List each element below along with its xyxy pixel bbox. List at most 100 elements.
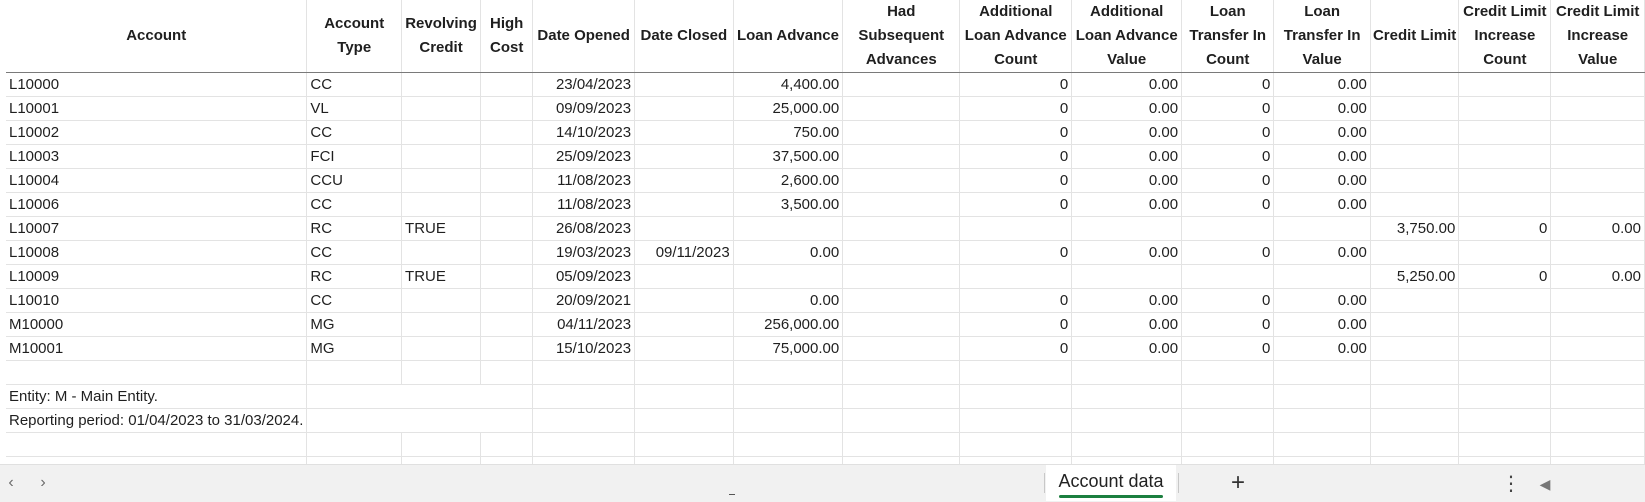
empty-cell[interactable]	[480, 384, 534, 409]
cell[interactable]	[634, 288, 734, 313]
cell[interactable]: 23/04/2023	[532, 72, 636, 97]
cell[interactable]	[401, 288, 482, 313]
empty-cell[interactable]	[1181, 408, 1275, 433]
empty-cell[interactable]	[1273, 432, 1371, 457]
note-cell[interactable]: Reporting period: 01/04/2023 to 31/03/20…	[6, 408, 308, 433]
cell[interactable]	[959, 216, 1073, 241]
cell[interactable]: L10004	[6, 168, 308, 193]
cell[interactable]: 5,250.00	[1370, 264, 1460, 289]
cell[interactable]: 0	[1458, 216, 1552, 241]
empty-cell[interactable]	[842, 360, 961, 385]
cell[interactable]: L10000	[6, 72, 308, 97]
empty-cell[interactable]	[634, 384, 734, 409]
empty-cell[interactable]	[959, 360, 1073, 385]
cell[interactable]: 0.00	[733, 288, 844, 313]
cell[interactable]: 0	[1181, 168, 1275, 193]
empty-cell[interactable]	[959, 408, 1073, 433]
cell[interactable]: L10009	[6, 264, 308, 289]
cell[interactable]	[1370, 144, 1460, 169]
empty-cell[interactable]	[306, 360, 403, 385]
cell[interactable]: 0.00	[1273, 144, 1371, 169]
cell[interactable]: 11/08/2023	[532, 168, 636, 193]
empty-cell[interactable]	[634, 360, 734, 385]
empty-cell[interactable]	[1550, 432, 1645, 457]
cell[interactable]	[1370, 120, 1460, 145]
empty-cell[interactable]	[480, 408, 534, 433]
cell[interactable]: 0.00	[1273, 168, 1371, 193]
cell[interactable]: 0	[959, 144, 1073, 169]
cell[interactable]: L10007	[6, 216, 308, 241]
cell[interactable]: CC	[306, 240, 403, 265]
cell[interactable]: L10008	[6, 240, 308, 265]
empty-cell[interactable]	[6, 432, 308, 457]
cell[interactable]	[1370, 168, 1460, 193]
cell[interactable]	[1181, 264, 1275, 289]
empty-cell[interactable]	[1458, 432, 1552, 457]
empty-cell[interactable]	[634, 432, 734, 457]
cell[interactable]: RC	[306, 216, 403, 241]
empty-cell[interactable]	[1181, 432, 1275, 457]
note-cell[interactable]: Entity: M - Main Entity.	[6, 384, 308, 409]
more-options-icon[interactable]: ⋮	[1501, 470, 1521, 498]
empty-cell[interactable]	[1458, 408, 1552, 433]
cell[interactable]: 09/09/2023	[532, 96, 636, 121]
nav-prev-sheet-icon[interactable]: ‹	[2, 473, 20, 493]
empty-cell[interactable]	[842, 432, 961, 457]
empty-cell[interactable]	[532, 360, 636, 385]
empty-cell[interactable]	[842, 384, 961, 409]
cell[interactable]	[1370, 96, 1460, 121]
cell[interactable]: L10010	[6, 288, 308, 313]
empty-cell[interactable]	[1071, 408, 1183, 433]
cell[interactable]: 19/03/2023	[532, 240, 636, 265]
cell[interactable]	[1550, 192, 1645, 217]
cell[interactable]: VL	[306, 96, 403, 121]
cell[interactable]: 0.00	[733, 240, 844, 265]
cell[interactable]	[1550, 312, 1645, 337]
empty-cell[interactable]	[1550, 408, 1645, 433]
cell[interactable]	[1458, 168, 1552, 193]
empty-cell[interactable]	[634, 456, 734, 464]
empty-cell[interactable]	[1181, 384, 1275, 409]
empty-cell[interactable]	[634, 408, 734, 433]
empty-cell[interactable]	[532, 384, 636, 409]
empty-cell[interactable]	[1458, 360, 1552, 385]
cell[interactable]: 0	[1181, 312, 1275, 337]
empty-cell[interactable]	[842, 408, 961, 433]
empty-cell[interactable]	[306, 408, 402, 433]
column-header[interactable]: Date Closed	[634, 0, 734, 73]
cell[interactable]: 0.00	[1550, 216, 1645, 241]
cell[interactable]: MG	[306, 312, 403, 337]
cell[interactable]	[1550, 96, 1645, 121]
empty-cell[interactable]	[480, 360, 534, 385]
cell[interactable]	[842, 168, 961, 193]
cell[interactable]: 0.00	[1071, 192, 1183, 217]
cell[interactable]	[1458, 96, 1552, 121]
cell[interactable]: 0.00	[1071, 288, 1183, 313]
add-sheet-button[interactable]: +	[1224, 469, 1252, 497]
empty-cell[interactable]	[401, 456, 482, 464]
cell[interactable]: 0.00	[1071, 96, 1183, 121]
cell[interactable]: 0	[959, 192, 1073, 217]
cell[interactable]	[1458, 336, 1552, 361]
cell[interactable]: 0	[1181, 120, 1275, 145]
cell[interactable]: 0	[959, 168, 1073, 193]
cell[interactable]: 0.00	[1071, 144, 1183, 169]
cell[interactable]	[1071, 216, 1183, 241]
column-header[interactable]: Had Subsequent Advances	[842, 0, 961, 73]
cell[interactable]: RC	[306, 264, 403, 289]
cell[interactable]: 750.00	[733, 120, 844, 145]
cell[interactable]: 26/08/2023	[532, 216, 636, 241]
cell[interactable]	[1458, 240, 1552, 265]
column-header[interactable]: Credit Limit	[1370, 0, 1460, 73]
cell[interactable]: 0	[959, 240, 1073, 265]
cell[interactable]	[1370, 336, 1460, 361]
cell[interactable]: 0.00	[1273, 96, 1371, 121]
cell[interactable]	[480, 168, 534, 193]
cell[interactable]: CC	[306, 120, 403, 145]
cell[interactable]	[1458, 312, 1552, 337]
cell[interactable]: 0.00	[1273, 336, 1371, 361]
cell[interactable]	[1550, 168, 1645, 193]
empty-cell[interactable]	[1273, 360, 1371, 385]
cell[interactable]: 0	[1181, 192, 1275, 217]
cell[interactable]	[480, 120, 534, 145]
